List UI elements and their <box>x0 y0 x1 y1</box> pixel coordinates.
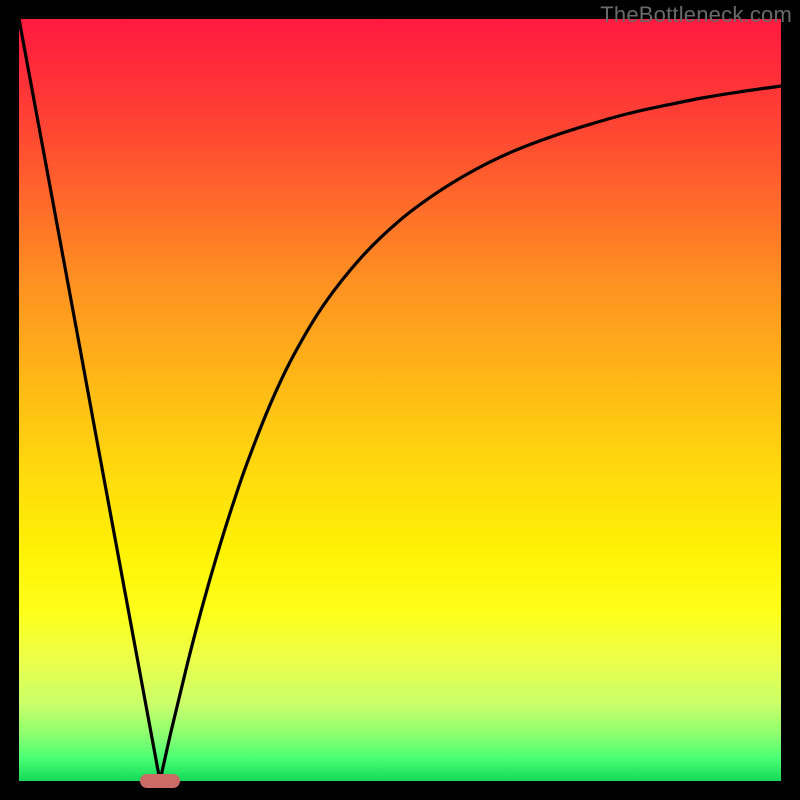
watermark-text: TheBottleneck.com <box>600 2 792 28</box>
curve-right-branch <box>160 86 781 781</box>
bottleneck-curve <box>19 19 781 781</box>
curve-left-branch <box>19 19 160 781</box>
plot-frame <box>19 19 781 781</box>
bottleneck-marker <box>140 774 180 788</box>
